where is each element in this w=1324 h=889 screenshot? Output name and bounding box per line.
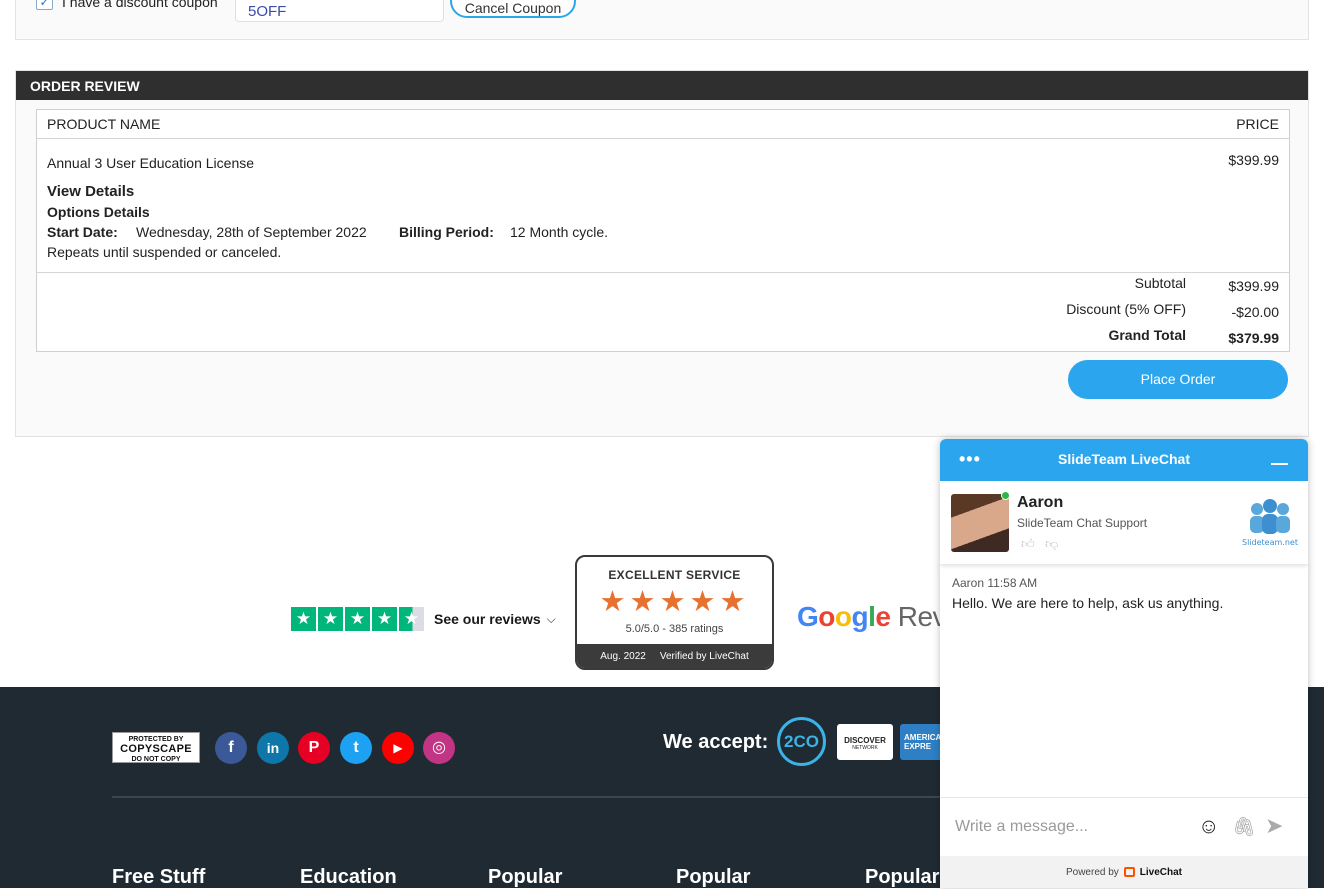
subtotal-value: $399.99 <box>1228 278 1279 294</box>
subtotal-label: Subtotal <box>1134 275 1186 291</box>
trustpilot-half-star-icon: ★ <box>399 607 424 631</box>
thumbs-up-icon[interactable]: 👍︎ <box>1021 536 1035 552</box>
product-price: $399.99 <box>1228 152 1279 168</box>
instagram-icon[interactable]: ◎ <box>423 732 455 764</box>
divider <box>37 272 1289 273</box>
badge-rating: 5.0/5.0 - 385 ratings <box>625 623 724 635</box>
trustpilot-star-icon: ★ <box>318 607 343 631</box>
discount-coupon-label: I have a discount coupon <box>62 0 218 10</box>
youtube-icon[interactable]: ▶ <box>382 732 414 764</box>
message-text: Hello. We are here to help, ask us anyth… <box>952 595 1224 611</box>
grand-total-value: $379.99 <box>1228 330 1279 346</box>
livechat-widget: ••• SlideTeam LiveChat Aaron SlideTeam C… <box>940 439 1308 888</box>
order-review-header: ORDER REVIEW <box>16 71 1308 100</box>
linkedin-icon[interactable]: in <box>257 732 289 764</box>
svg-text:Slideteam.net: Slideteam.net <box>1242 538 1298 547</box>
facebook-icon[interactable]: f <box>215 732 247 764</box>
start-date-label: Start Date: <box>47 224 118 240</box>
rating-stars-icon: ★★★★★ <box>599 586 750 618</box>
slideteam-logo-icon: Slideteam.net <box>1242 499 1298 547</box>
thumbs-down-icon[interactable]: 👎︎ <box>1045 536 1058 552</box>
twitter-icon[interactable]: t <box>340 732 372 764</box>
pinterest-icon[interactable]: P <box>298 732 330 764</box>
order-table: PRODUCT NAME PRICE Annual 3 User Educati… <box>36 109 1290 352</box>
column-header-product: PRODUCT NAME <box>47 116 161 132</box>
discover-payment-icon: DISCOVER NETWORK <box>837 724 893 760</box>
column-header-price: PRICE <box>1236 116 1279 132</box>
avatar <box>951 494 1009 552</box>
agent-role: SlideTeam Chat Support <box>1017 516 1148 530</box>
agent-name: Aaron <box>1017 494 1064 511</box>
discount-coupon-checkbox[interactable]: ✓ <box>36 0 53 10</box>
minimize-icon[interactable] <box>1271 463 1288 465</box>
start-date-value: Wednesday, 28th of September 2022 <box>136 224 367 240</box>
badge-verified: Verified by LiveChat <box>659 650 749 662</box>
agent-card: Aaron SlideTeam Chat Support 👍︎ 👎︎ Slide… <box>940 481 1308 564</box>
livechat-logo-icon <box>1123 867 1135 877</box>
footer-column-education[interactable]: Education <box>300 866 397 889</box>
see-reviews-link[interactable]: See our reviews <box>434 611 541 627</box>
repeat-note: Repeats until suspended or canceled. <box>47 244 282 260</box>
trustpilot-widget[interactable]: ★ ★ ★ ★ ★ See our reviews ⌵ <box>291 607 556 631</box>
grand-total-label: Grand Total <box>1108 327 1186 343</box>
powered-by[interactable]: Powered by LiveChat <box>940 856 1308 888</box>
divider <box>37 138 1289 139</box>
chat-title: SlideTeam LiveChat <box>1057 451 1190 467</box>
billing-period-value: 12 Month cycle. <box>510 224 609 240</box>
we-accept-label: We accept: <box>663 731 769 753</box>
attachment-icon[interactable]: 🖇︎ <box>1232 815 1256 839</box>
send-icon[interactable]: ➤ <box>1265 813 1283 839</box>
coupon-code-input[interactable]: 5OFF <box>235 0 444 22</box>
chat-composer: Write a message... ☺ 🖇︎ ➤ <box>940 797 1308 856</box>
place-order-button[interactable]: Place Order <box>1068 360 1288 399</box>
message-input[interactable]: Write a message... <box>955 818 1088 836</box>
trustpilot-star-icon: ★ <box>345 607 370 631</box>
footer-column-free-stuff[interactable]: Free Stuff <box>112 866 205 889</box>
trustpilot-star-icon: ★ <box>372 607 397 631</box>
emoji-icon[interactable]: ☺ <box>1198 815 1219 839</box>
badge-title: EXCELLENT SERVICE <box>608 568 741 582</box>
billing-period-label: Billing Period: <box>399 224 494 240</box>
badge-date: Aug. 2022 <box>600 650 646 662</box>
livechat-rating-badge[interactable]: EXCELLENT SERVICE ★★★★★ 5.0/5.0 - 385 ra… <box>575 555 774 670</box>
trustpilot-star-icon: ★ <box>291 607 316 631</box>
discount-value: -$20.00 <box>1231 304 1279 320</box>
order-review-section: ORDER REVIEW PRODUCT NAME PRICE Annual 3… <box>15 70 1309 437</box>
online-status-icon <box>1001 491 1010 500</box>
footer-column-popular[interactable]: Popular <box>676 866 750 889</box>
cancel-coupon-button[interactable]: Cancel Coupon <box>450 0 576 18</box>
options-details-label: Options Details <box>47 204 150 220</box>
message-meta: Aaron 11:58 AM <box>952 576 1038 590</box>
2co-payment-icon: 2CO <box>777 717 826 766</box>
discount-label: Discount (5% OFF) <box>1066 301 1186 317</box>
footer-column-popular[interactable]: Popular <box>865 866 939 889</box>
product-name: Annual 3 User Education License <box>47 155 255 171</box>
view-details-link[interactable]: View Details <box>47 183 134 200</box>
badge-footer: Aug. 2022 Verified by LiveChat <box>577 644 772 668</box>
chevron-down-icon: ⌵ <box>546 611 556 626</box>
footer-column-popular[interactable]: Popular <box>488 866 562 889</box>
chat-header: ••• SlideTeam LiveChat <box>940 439 1308 481</box>
copyscape-badge[interactable]: PROTECTED BY COPYSCAPE DO NOT COPY <box>112 732 200 763</box>
